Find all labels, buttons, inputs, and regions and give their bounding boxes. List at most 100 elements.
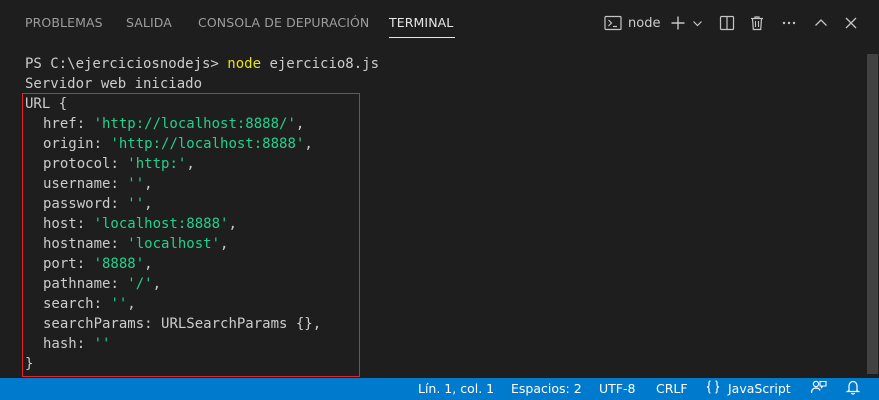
feedback-button[interactable]: [810, 379, 827, 399]
field-colon: :: [76, 216, 94, 232]
output-text: Servidor web iniciado: [25, 76, 203, 92]
field-suffix: ,: [186, 156, 195, 172]
url-field-origin: origin: 'http://localhost:8888',: [25, 134, 313, 154]
terminal-selector[interactable]: node: [604, 12, 660, 34]
kill-terminal-button[interactable]: [748, 12, 766, 34]
field-suffix: ,: [295, 116, 305, 132]
terminal-output[interactable]: PS C:\ejerciciosnodejs> node ejercicio8.…: [0, 46, 865, 378]
field-value: '': [127, 176, 145, 192]
field-suffix: ,: [127, 296, 136, 312]
field-colon: :: [110, 156, 128, 172]
panel-header: PROBLEMAS SALIDA CONSOLA DE DEPURACIÓN T…: [0, 0, 879, 46]
more-icon: [781, 15, 797, 31]
field-key: username: [43, 176, 111, 192]
trash-icon: [749, 15, 765, 31]
url-close-text: }: [25, 356, 34, 372]
field-colon: :: [93, 136, 111, 152]
field-suffix: ,: [144, 196, 153, 212]
tab-consola-depuracion[interactable]: CONSOLA DE DEPURACIÓN: [198, 15, 369, 30]
field-key: search: [43, 296, 94, 312]
language-mode[interactable]: JavaScript: [728, 378, 791, 400]
field-key: host: [43, 216, 77, 232]
launch-profile-button[interactable]: [691, 12, 703, 34]
terminal-icon: [604, 15, 622, 31]
field-key: hash: [43, 336, 77, 352]
field-value: '': [93, 336, 111, 352]
active-tab-indicator: [389, 37, 455, 38]
field-colon: :: [144, 316, 162, 332]
notifications-button[interactable]: [845, 379, 861, 399]
field-value: 'localhost:8888': [93, 216, 229, 232]
field-colon: :: [110, 176, 128, 192]
scrollbar-thumb[interactable]: [867, 54, 878, 374]
url-field-host: host: 'localhost:8888',: [25, 214, 237, 234]
field-value: '8888': [93, 256, 145, 272]
field-key: href: [43, 116, 77, 132]
url-field-searchparams: searchParams: URLSearchParams {},: [25, 314, 321, 334]
field-key: protocol: [43, 156, 111, 172]
plus-icon: [670, 15, 686, 31]
field-colon: :: [110, 196, 128, 212]
field-value: '': [127, 196, 145, 212]
new-terminal-button[interactable]: [669, 12, 687, 34]
url-open-text: URL {: [25, 96, 68, 112]
eol-setting[interactable]: CRLF: [656, 378, 688, 400]
url-field-port: port: '8888',: [25, 254, 153, 274]
command-args: ejercicio8.js: [261, 56, 380, 72]
chevron-down-icon: [692, 18, 703, 29]
braces-icon: [705, 379, 721, 399]
feedback-icon: [810, 379, 827, 399]
field-suffix: ,: [144, 256, 153, 272]
encoding-setting[interactable]: UTF-8: [599, 378, 635, 400]
field-value: 'http://localhost:8888': [110, 136, 305, 152]
url-field-pathname: pathname: '/',: [25, 274, 161, 294]
field-colon: :: [93, 296, 111, 312]
url-field-hash: hash: '': [25, 334, 110, 354]
field-value: 'http:': [127, 156, 187, 172]
split-icon: [719, 15, 735, 31]
status-bar: Lín. 1, col. 1 Espacios: 2 UTF-8 CRLF Ja…: [0, 378, 879, 400]
language-mode-button[interactable]: [705, 379, 721, 399]
terminal-name: node: [628, 15, 661, 31]
url-field-href: href: 'http://localhost:8888/',: [25, 114, 304, 134]
chevron-up-icon: [813, 15, 829, 31]
url-object-close: }: [25, 354, 33, 374]
field-key: password: [43, 196, 111, 212]
field-suffix: ,: [304, 136, 313, 152]
url-field-password: password: '',: [25, 194, 153, 214]
tab-problemas[interactable]: PROBLEMAS: [25, 15, 103, 30]
tab-salida[interactable]: SALIDA: [126, 15, 172, 30]
indentation-setting[interactable]: Espacios: 2: [511, 378, 582, 400]
field-value: 'http://localhost:8888/': [93, 116, 296, 132]
field-key: pathname: [43, 276, 111, 292]
url-field-protocol: protocol: 'http:',: [25, 154, 195, 174]
field-value: '': [110, 296, 128, 312]
close-panel-button[interactable]: [842, 12, 860, 34]
url-field-username: username: '',: [25, 174, 153, 194]
bell-icon: [845, 379, 861, 399]
url-object-open: URL {: [25, 94, 67, 114]
tab-terminal[interactable]: TERMINAL: [389, 15, 453, 30]
field-suffix: ,: [228, 216, 237, 232]
more-actions-button[interactable]: [780, 12, 798, 34]
output-line: Servidor web iniciado: [25, 74, 202, 94]
field-suffix: ,: [144, 176, 153, 192]
field-suffix: ,: [312, 316, 322, 332]
field-key: port: [43, 256, 77, 272]
split-terminal-button[interactable]: [718, 12, 736, 34]
prompt-text: PS C:\ejerciciosnodejs>: [25, 56, 228, 72]
cursor-position[interactable]: Lín. 1, col. 1: [418, 378, 494, 400]
field-key: hostname: [43, 236, 111, 252]
field-key: searchParams: [43, 316, 145, 332]
command-text: node: [227, 56, 262, 72]
url-field-hostname: hostname: 'localhost',: [25, 234, 228, 254]
field-colon: :: [76, 336, 94, 352]
field-value: 'localhost': [127, 236, 221, 252]
field-value: URLSearchParams {}: [161, 316, 313, 332]
field-colon: :: [76, 116, 94, 132]
field-colon: :: [110, 236, 128, 252]
command-line: PS C:\ejerciciosnodejs> node ejercicio8.…: [25, 54, 379, 74]
maximize-panel-button[interactable]: [812, 12, 830, 34]
field-suffix: ,: [220, 236, 229, 252]
field-key: origin: [43, 136, 94, 152]
